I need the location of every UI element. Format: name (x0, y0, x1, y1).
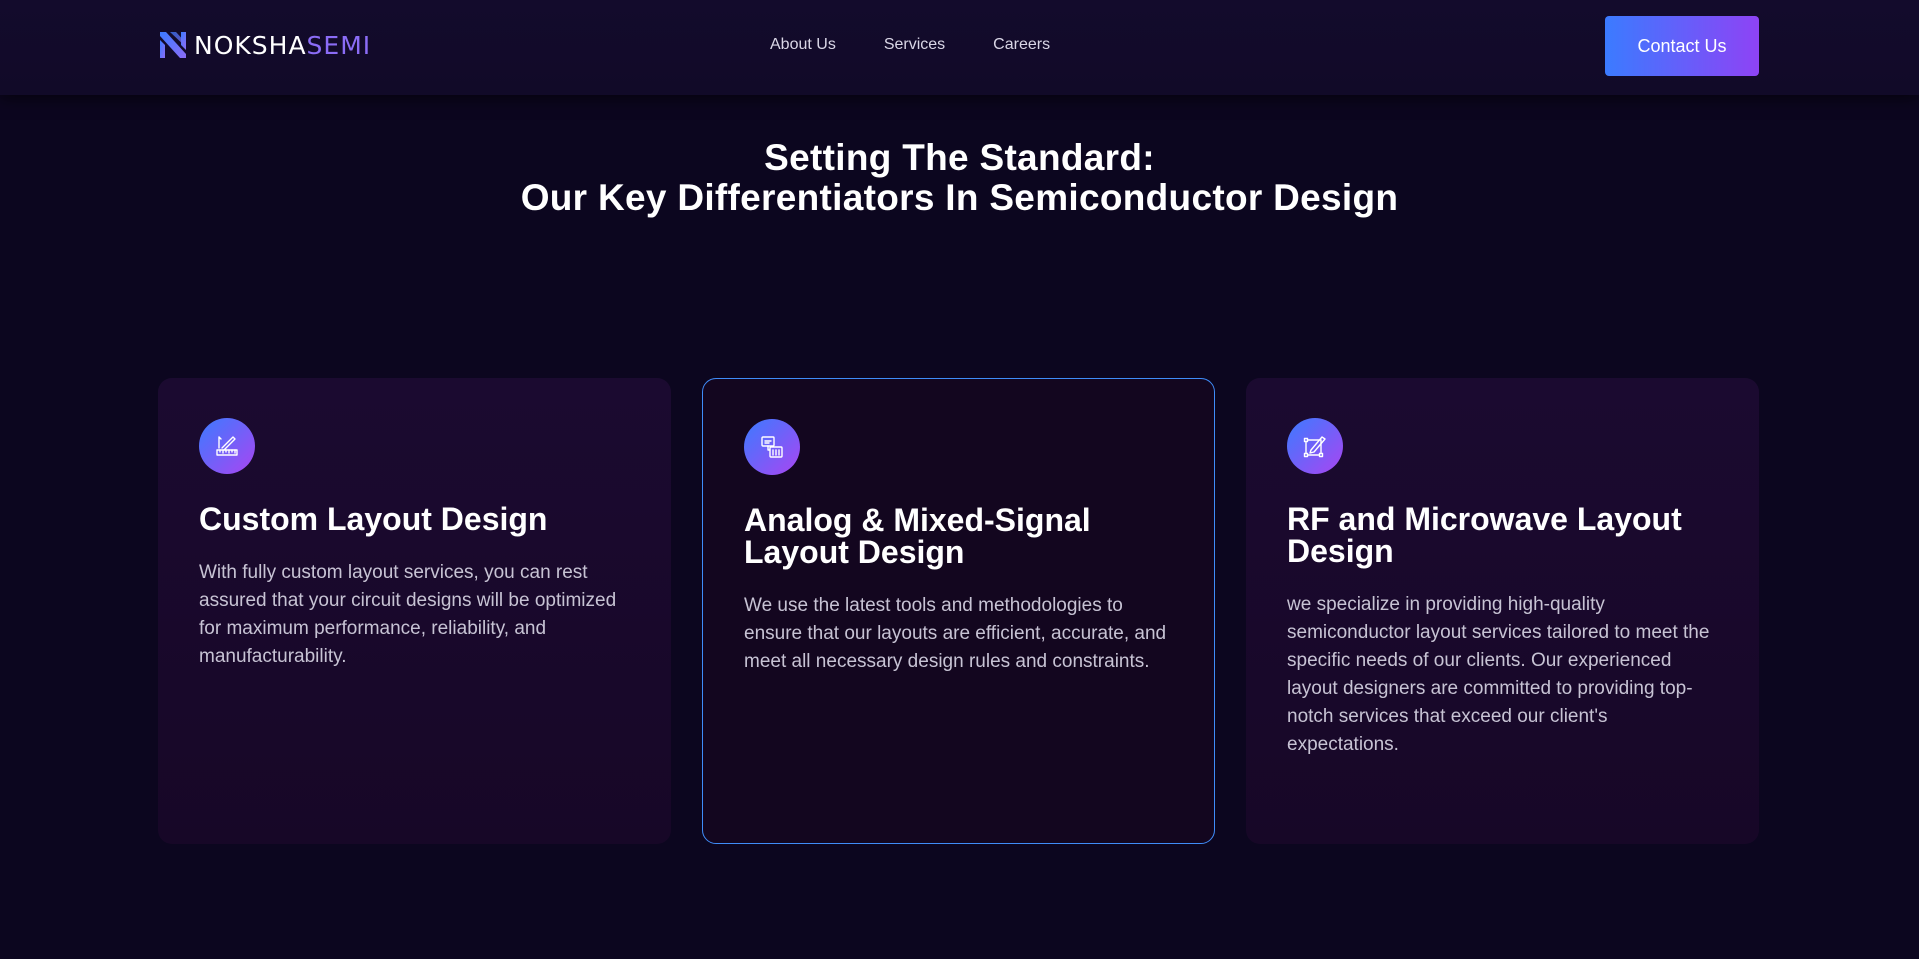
top-navbar: NOKSHASEMI About Us Services Careers Con… (0, 0, 1919, 95)
section-heading-line1: Setting The Standard: (764, 137, 1155, 178)
card-title: Custom Layout Design (199, 501, 548, 537)
contact-us-button[interactable]: Contact Us (1605, 16, 1759, 76)
circuit-chip-icon (744, 419, 800, 475)
card-title: Analog & Mixed-Signal Layout Design (744, 502, 1091, 570)
differentiators-cards: Custom Layout Design With fully custom l… (158, 378, 1759, 844)
brand-name-part1: NOKSHA (194, 30, 307, 60)
noksha-logo-icon (160, 32, 186, 58)
nav-link-careers[interactable]: Careers (993, 36, 1050, 54)
card-custom-layout-design[interactable]: Custom Layout Design With fully custom l… (158, 378, 671, 844)
card-description: With fully custom layout services, you c… (199, 562, 617, 667)
nav-link-about-us[interactable]: About Us (770, 36, 836, 54)
brand-logo[interactable]: NOKSHASEMI (158, 28, 371, 62)
ruler-pencil-icon (199, 418, 255, 474)
vector-edit-icon (1287, 418, 1343, 474)
card-analog-mixed-signal-layout-design[interactable]: Analog & Mixed-Signal Layout Design We u… (702, 378, 1215, 844)
section-heading: Setting The Standard: Our Key Differenti… (0, 138, 1919, 218)
card-description: We use the latest tools and methodologie… (744, 595, 1167, 672)
section-heading-line2: Our Key Differentiators In Semiconductor… (520, 177, 1399, 218)
card-title: RF and Microwave Layout Design (1287, 501, 1682, 569)
main-nav: About Us Services Careers (770, 36, 1050, 54)
brand-name: NOKSHASEMI (194, 31, 371, 60)
nav-link-services[interactable]: Services (884, 36, 945, 54)
card-description: we specialize in providing high-quality … (1287, 594, 1710, 755)
card-rf-microwave-layout-design[interactable]: RF and Microwave Layout Design we specia… (1246, 378, 1759, 844)
brand-name-part2: SEMI (306, 30, 372, 60)
